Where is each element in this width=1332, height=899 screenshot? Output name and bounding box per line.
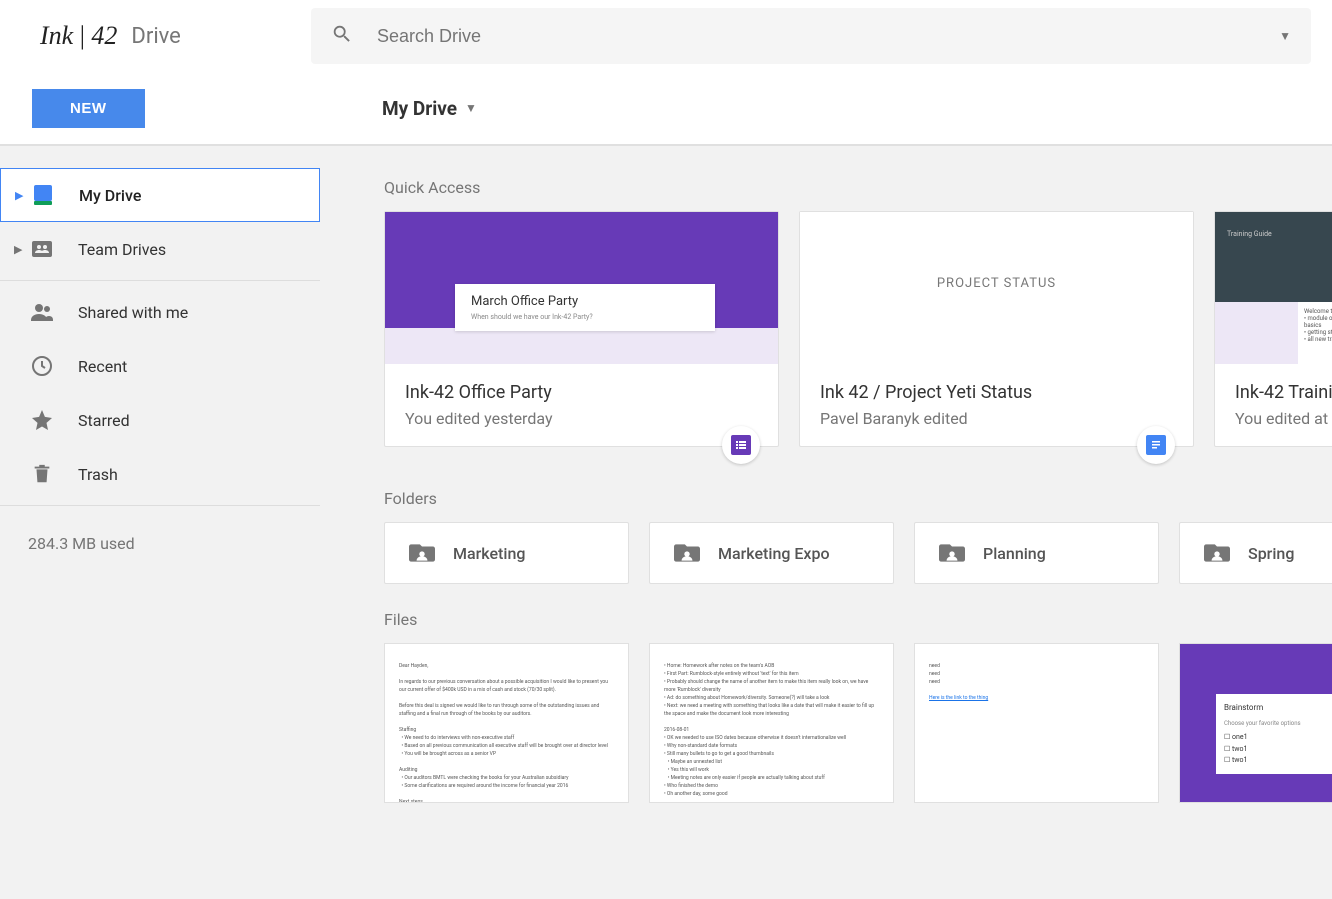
quick-access-row: March Office Party When should we have o… <box>384 211 1332 447</box>
folder-name: Spring <box>1248 544 1294 563</box>
file-card[interactable]: • Home: Homework after notes on the team… <box>649 643 894 803</box>
shared-folder-icon <box>409 542 435 564</box>
search-input[interactable] <box>377 26 1279 47</box>
file-card[interactable]: needneedneedHere is the link to the thin… <box>914 643 1159 803</box>
team-drives-icon <box>28 235 56 263</box>
quick-access-card[interactable]: PROJECT STATUS Ink 42 / Project Yeti Sta… <box>799 211 1194 447</box>
drive-icon <box>29 181 57 209</box>
star-icon <box>28 406 56 434</box>
section-title-folders: Folders <box>384 489 1332 508</box>
card-subtitle: You edited at s <box>1235 409 1332 428</box>
content: ▶ My Drive ▶ Team Drives Shared with me <box>0 146 1332 899</box>
sidebar-item-recent[interactable]: Recent <box>0 339 320 393</box>
sidebar-item-shared-with-me[interactable]: Shared with me <box>0 285 320 339</box>
file-preview: PROJECT STATUS <box>800 212 1193 364</box>
storage-used: 284.3 MB used <box>0 510 320 577</box>
breadcrumb[interactable]: My Drive ▼ <box>382 97 1332 120</box>
shared-folder-icon <box>674 542 700 564</box>
shared-folder-icon <box>1204 542 1230 564</box>
sidebar: ▶ My Drive ▶ Team Drives Shared with me <box>0 146 320 899</box>
sidebar-item-label: Shared with me <box>78 303 188 322</box>
section-title-quick-access: Quick Access <box>384 178 1332 197</box>
card-title: Ink-42 Office Party <box>405 382 758 403</box>
divider <box>0 280 320 281</box>
logo-area[interactable]: Ink | 42 Drive <box>16 21 311 51</box>
forms-icon <box>722 426 760 464</box>
shared-folder-icon <box>939 542 965 564</box>
people-icon <box>28 298 56 326</box>
folder-name: Planning <box>983 544 1046 563</box>
file-card[interactable]: Dear Hayden,In regards to our previous c… <box>384 643 629 803</box>
subheader: NEW My Drive ▼ <box>0 72 1332 144</box>
files-row: Dear Hayden,In regards to our previous c… <box>384 643 1332 803</box>
section-title-files: Files <box>384 610 1332 629</box>
quick-access-card[interactable]: March Office Party When should we have o… <box>384 211 779 447</box>
product-name: Drive <box>131 24 180 49</box>
logo-text: Ink | 42 <box>40 21 117 51</box>
trash-icon <box>28 460 56 488</box>
folder-card[interactable]: Marketing Expo <box>649 522 894 584</box>
search-bar[interactable]: ▼ <box>311 8 1311 64</box>
file-card[interactable]: Brainstorm Choose your favorite options … <box>1179 643 1332 803</box>
folder-name: Marketing <box>453 544 525 563</box>
sidebar-item-my-drive[interactable]: ▶ My Drive <box>0 168 320 222</box>
sidebar-item-label: Starred <box>78 411 130 430</box>
new-button[interactable]: NEW <box>32 89 145 128</box>
expand-icon[interactable]: ▶ <box>14 243 28 256</box>
quick-access-card[interactable]: Training Guide Welcome to the Ink-42 tra… <box>1214 211 1332 447</box>
card-subtitle: Pavel Baranyk edited <box>820 409 1173 428</box>
card-title: Ink 42 / Project Yeti Status <box>820 382 1173 403</box>
divider <box>0 505 320 506</box>
main-content: Quick Access March Office Party When sho… <box>320 146 1332 899</box>
sidebar-item-label: My Drive <box>79 186 141 205</box>
folder-card[interactable]: Spring <box>1179 522 1332 584</box>
folder-card[interactable]: Marketing <box>384 522 629 584</box>
card-title: Ink-42 Training <box>1235 382 1332 403</box>
header: Ink | 42 Drive ▼ <box>0 0 1332 72</box>
sidebar-item-label: Trash <box>78 465 118 484</box>
folder-name: Marketing Expo <box>718 544 830 563</box>
file-preview: Training Guide Welcome to the Ink-42 tra… <box>1215 212 1332 364</box>
folder-row: Marketing Marketing Expo Planning Spring <box>384 522 1332 584</box>
search-icon <box>331 23 353 49</box>
preview-label: Brainstorm <box>1224 703 1263 712</box>
clock-icon <box>28 352 56 380</box>
sidebar-item-label: Recent <box>78 357 127 376</box>
folder-card[interactable]: Planning <box>914 522 1159 584</box>
sidebar-item-team-drives[interactable]: ▶ Team Drives <box>0 222 320 276</box>
search-options-icon[interactable]: ▼ <box>1279 29 1291 43</box>
breadcrumb-label: My Drive <box>382 97 457 120</box>
sidebar-item-starred[interactable]: Starred <box>0 393 320 447</box>
card-subtitle: You edited yesterday <box>405 409 758 428</box>
file-preview: March Office Party When should we have o… <box>385 212 778 364</box>
sidebar-item-label: Team Drives <box>78 240 166 259</box>
docs-icon <box>1137 426 1175 464</box>
sidebar-item-trash[interactable]: Trash <box>0 447 320 501</box>
expand-icon[interactable]: ▶ <box>15 189 29 202</box>
chevron-down-icon: ▼ <box>465 101 477 115</box>
